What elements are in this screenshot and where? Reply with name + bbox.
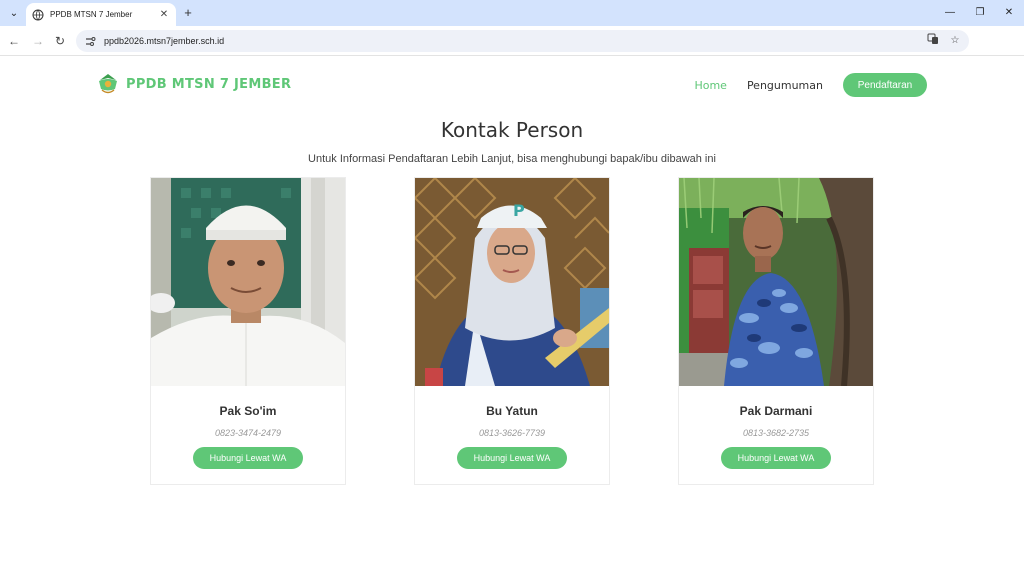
whatsapp-button[interactable]: Hubungi Lewat WA bbox=[721, 447, 831, 469]
bookmark-star-icon[interactable]: ☆ bbox=[947, 33, 963, 49]
whatsapp-button[interactable]: Hubungi Lewat WA bbox=[457, 447, 567, 469]
school-logo-icon bbox=[96, 72, 120, 96]
svg-text:P: P bbox=[513, 201, 525, 220]
back-icon[interactable]: ← bbox=[6, 33, 22, 49]
browser-toolbar: ← → ↻ ppdb2026.mtsn7jember.sch.id ☆ ⋮ bbox=[0, 26, 1024, 75]
brand-name: PPDB MTSN 7 JEMBER bbox=[126, 76, 292, 92]
url-text[interactable]: ppdb2026.mtsn7jember.sch.id bbox=[104, 36, 925, 46]
contact-name: Pak Darmani bbox=[739, 404, 813, 418]
main-nav: Home Pengumuman Pendaftaran bbox=[694, 73, 927, 97]
brand-link[interactable]: PPDB MTSN 7 JEMBER bbox=[96, 72, 291, 96]
forward-icon[interactable]: → bbox=[30, 33, 46, 49]
close-window-icon[interactable]: ✕ bbox=[994, 4, 1024, 22]
contact-card: Pak So'im 0823-3474-2479 Hubungi Lewat W… bbox=[150, 177, 346, 485]
tab-title: PPDB MTSN 7 Jember bbox=[50, 10, 133, 19]
nav-home[interactable]: Home bbox=[694, 79, 726, 92]
contact-photo bbox=[151, 178, 345, 386]
minimize-icon[interactable]: — bbox=[935, 4, 965, 22]
contact-name: Pak So'im bbox=[219, 404, 277, 418]
reload-icon[interactable]: ↻ bbox=[52, 33, 68, 49]
site-info-icon[interactable] bbox=[82, 33, 98, 49]
contact-phone: 0813-3626-7739 bbox=[478, 428, 546, 438]
tab-close-icon[interactable]: ✕ bbox=[158, 9, 170, 21]
page-subtitle: Untuk Informasi Pendaftaran Lebih Lanjut… bbox=[308, 153, 716, 165]
browser-tab[interactable]: PPDB MTSN 7 Jember ✕ bbox=[26, 3, 176, 26]
contact-card: Pak Darmani 0813-3682-2735 Hubungi Lewat… bbox=[678, 177, 874, 485]
contact-name: Bu Yatun bbox=[486, 404, 538, 418]
tab-search-icon[interactable]: ⌄ bbox=[6, 5, 22, 21]
contact-photo: P bbox=[415, 178, 609, 386]
translate-icon[interactable] bbox=[925, 33, 941, 49]
address-bar[interactable]: ppdb2026.mtsn7jember.sch.id ☆ bbox=[76, 30, 969, 52]
page-title: Kontak Person bbox=[440, 118, 584, 142]
restore-icon[interactable]: ❐ bbox=[965, 4, 995, 22]
contact-phone: 0813-3682-2735 bbox=[742, 428, 810, 438]
new-tab-icon[interactable]: + bbox=[180, 5, 196, 21]
pendaftaran-button[interactable]: Pendaftaran bbox=[843, 73, 927, 97]
contact-phone: 0823-3474-2479 bbox=[214, 428, 282, 438]
whatsapp-button[interactable]: Hubungi Lewat WA bbox=[193, 447, 303, 469]
page-content: PPDB MTSN 7 JEMBER Home Pengumuman Penda… bbox=[0, 56, 1024, 576]
browser-tab-strip: ⌄ PPDB MTSN 7 Jember ✕ + — ❐ ✕ bbox=[0, 0, 1024, 26]
globe-icon bbox=[32, 9, 44, 21]
contact-photo bbox=[679, 178, 873, 386]
contact-card: P Bu Yatun 0813-3626-7739 Hubungi Lewat … bbox=[414, 177, 610, 485]
nav-pengumuman[interactable]: Pengumuman bbox=[747, 79, 823, 92]
